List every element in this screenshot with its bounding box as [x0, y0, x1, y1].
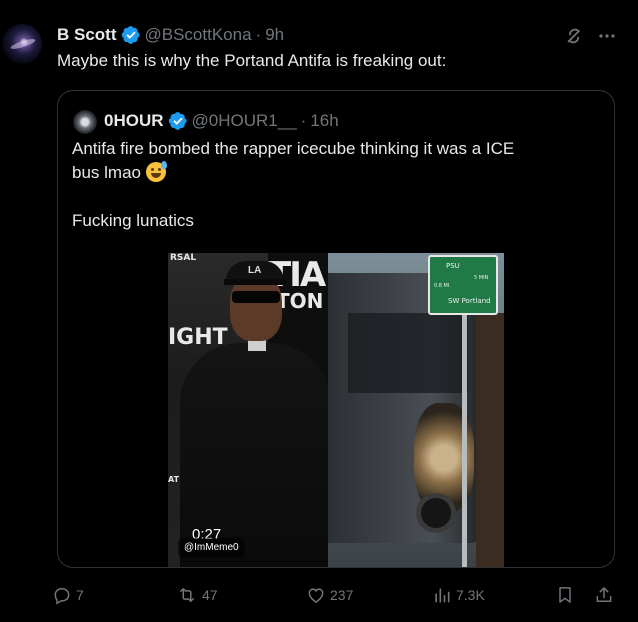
share-button[interactable]: [594, 582, 614, 608]
video-watermark: @ImMeme0: [178, 538, 245, 558]
quoted-tweet-header: 0HOUR @0HOUR1__ · 16h: [104, 109, 339, 133]
separator-dot: ·: [255, 25, 262, 44]
reply-count: 7: [76, 587, 84, 603]
quoted-text-line: Antifa fire bombed the rapper icecube th…: [72, 139, 515, 158]
reply-button[interactable]: 7: [52, 582, 84, 608]
heart-icon: [308, 588, 324, 603]
sign-pole: [462, 303, 467, 567]
bus-window: [348, 313, 468, 393]
quoted-tweet-text: Antifa fire bombed the rapper icecube th…: [72, 137, 592, 233]
author-avatar[interactable]: [2, 24, 42, 64]
tweet-text: Maybe this is why the Portand Antifa is …: [57, 51, 447, 70]
quoted-author-avatar[interactable]: [73, 110, 97, 134]
tweet-top-actions: [564, 26, 616, 46]
views-icon: [435, 588, 450, 603]
views-count: 7.3K: [456, 587, 485, 603]
grok-icon[interactable]: [564, 26, 584, 46]
repost-count: 47: [202, 587, 218, 603]
like-button[interactable]: 237: [306, 582, 353, 608]
sign-text: 5 MIN: [474, 275, 489, 281]
tweet-action-bar: 7 47 237 7.3K: [52, 582, 622, 608]
backdrop-text: RSAL: [170, 253, 197, 263]
street-sign: PSU 5 MIN 0.8 MI SW Portland: [428, 255, 498, 315]
views-button[interactable]: 7.3K: [432, 582, 485, 608]
bookmark-button[interactable]: [555, 582, 575, 608]
sunglasses: [232, 291, 280, 303]
separator-dot: ·: [300, 111, 307, 130]
author-name[interactable]: B Scott: [57, 25, 117, 45]
repost-icon: [180, 588, 194, 602]
tree-trunk: [476, 313, 504, 567]
sign-text: SW Portland: [448, 297, 491, 305]
cap-logo: LA: [248, 265, 262, 276]
repost-button[interactable]: 47: [176, 582, 218, 608]
backdrop-text: TON: [276, 289, 324, 313]
quoted-tweet[interactable]: 0HOUR @0HOUR1__ · 16h Antifa fire bombed…: [57, 90, 615, 568]
author-handle[interactable]: @BScottKona: [145, 25, 252, 45]
sign-text: 0.8 MI: [434, 283, 450, 289]
sign-text: PSU: [446, 262, 460, 270]
backdrop-text: AT: [168, 475, 180, 484]
bus-wheel: [416, 493, 456, 533]
cap-brim: [224, 279, 286, 285]
video-frame-right: PSU 5 MIN 0.8 MI SW Portland: [328, 253, 504, 567]
share-icon: [596, 587, 612, 602]
quoted-text-line: Fucking lunatics: [72, 211, 194, 230]
reply-icon: [54, 588, 70, 605]
quoted-text-line-2: bus lmao: [72, 161, 592, 185]
more-icon[interactable]: [598, 27, 616, 45]
quoted-tweet-timestamp[interactable]: 16h: [310, 111, 338, 131]
quoted-author-name[interactable]: 0HOUR: [104, 111, 164, 131]
quoted-author-handle[interactable]: @0HOUR1__: [192, 111, 297, 131]
video-frame-left: RSAL TIA TON IGHT AT LA: [168, 253, 328, 567]
verified-badge-icon: [121, 26, 140, 44]
like-count: 237: [330, 587, 354, 603]
tweet-header: B Scott @BScottKona · 9h: [57, 24, 284, 46]
bookmark-icon: [559, 587, 571, 603]
video-player[interactable]: RSAL TIA TON IGHT AT LA PSU 5 MIN 0.8 MI…: [168, 253, 504, 567]
grinning-sweat-emoji: [145, 161, 167, 182]
tweet-timestamp[interactable]: 9h: [265, 25, 284, 45]
quoted-text-line: bus lmao: [72, 163, 141, 182]
verified-badge-icon: [168, 112, 187, 130]
